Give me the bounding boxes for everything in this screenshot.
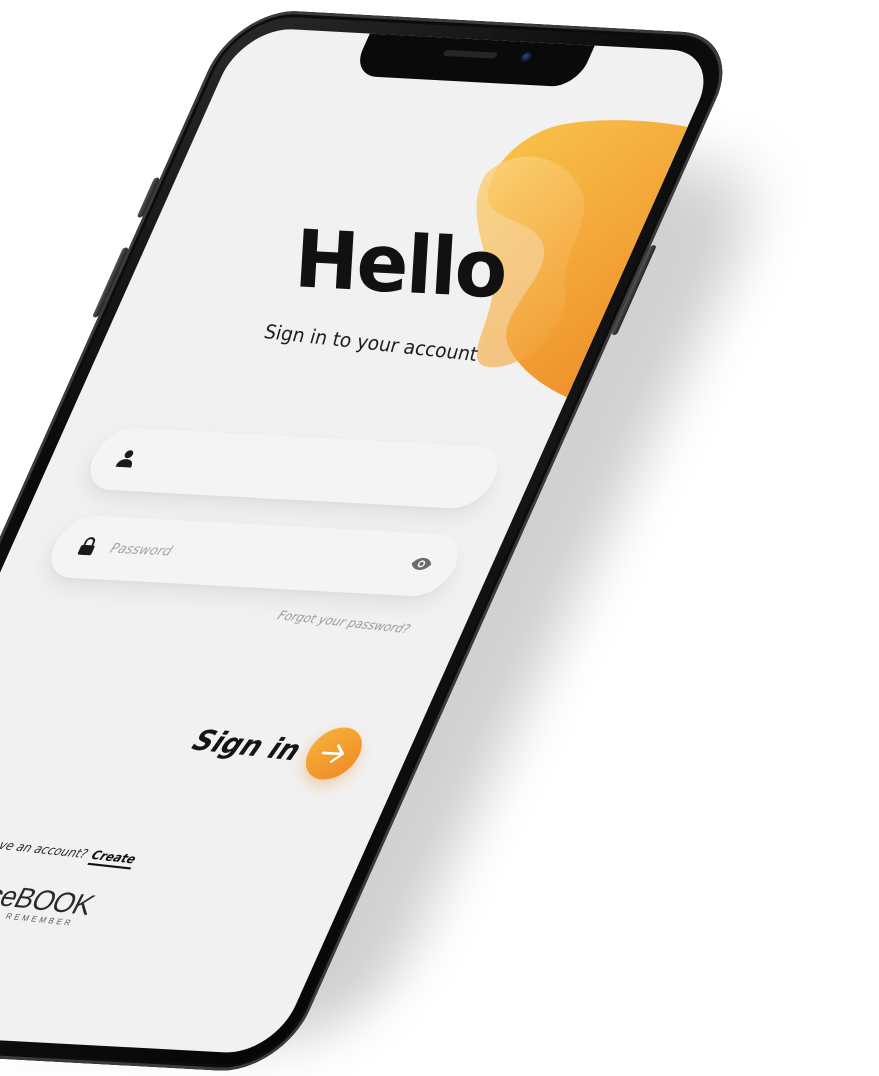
create-account-link[interactable]: Create (87, 847, 139, 870)
brand-logo: VoiceBOOK ALWAYS REMEMBER (0, 875, 99, 929)
forgot-password-link[interactable]: Forgot your password? (275, 608, 413, 636)
lock-icon (77, 537, 96, 556)
user-icon (115, 450, 134, 468)
page-title: Hello (291, 213, 508, 317)
signup-prompt-row: Don't have an account? Create (0, 832, 139, 870)
sign-in-button[interactable] (296, 726, 371, 781)
sign-in-label[interactable]: Sign in (187, 723, 307, 767)
signup-prompt-text: Don't have an account? (0, 832, 91, 862)
eye-icon[interactable] (408, 556, 436, 571)
page-subtitle: Sign in to your account (261, 320, 480, 367)
side-button (136, 177, 161, 218)
username-input[interactable] (141, 445, 433, 491)
arrow-right-icon (321, 744, 345, 763)
username-field[interactable] (79, 426, 509, 510)
password-field[interactable] (40, 514, 470, 598)
password-input[interactable] (102, 533, 394, 579)
stage: Hello Sign in to your account Forgot you… (0, 0, 879, 1076)
